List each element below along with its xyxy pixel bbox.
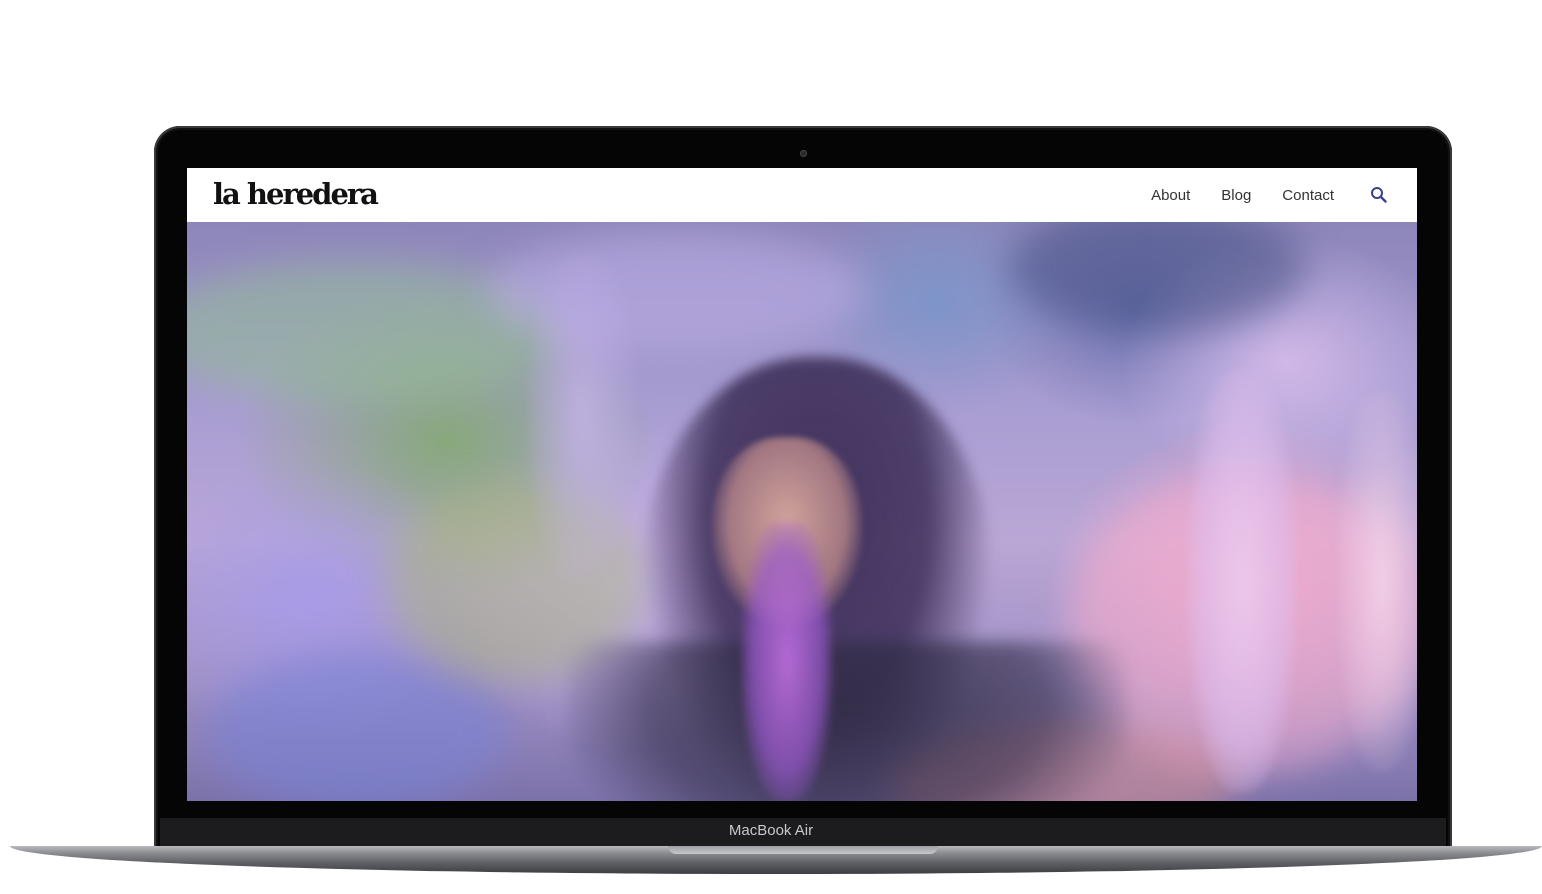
laptop-screen: la heredera About Blog Contact (187, 168, 1417, 801)
nav-link-blog[interactable]: Blog (1221, 187, 1251, 204)
laptop-chin (160, 818, 1446, 848)
camera-icon (800, 150, 807, 157)
laptop-notch (668, 846, 938, 854)
nav-link-about[interactable]: About (1151, 187, 1190, 204)
lupine-flower (527, 252, 637, 582)
portrait-body (567, 642, 1127, 801)
site-header: la heredera About Blog Contact (187, 168, 1417, 222)
search-icon (1371, 187, 1387, 203)
lupine-flower (742, 522, 832, 801)
search-button[interactable] (1369, 185, 1389, 205)
site-logo[interactable]: la heredera (213, 176, 379, 212)
nav-link-contact[interactable]: Contact (1282, 187, 1334, 204)
main-nav: About Blog Contact (1151, 168, 1417, 222)
lupine-flower (1187, 372, 1297, 792)
hero-image (187, 222, 1417, 801)
lupine-flower (1337, 392, 1417, 772)
laptop-mockup: la heredera About Blog Contact MacBook A… (0, 0, 1542, 894)
